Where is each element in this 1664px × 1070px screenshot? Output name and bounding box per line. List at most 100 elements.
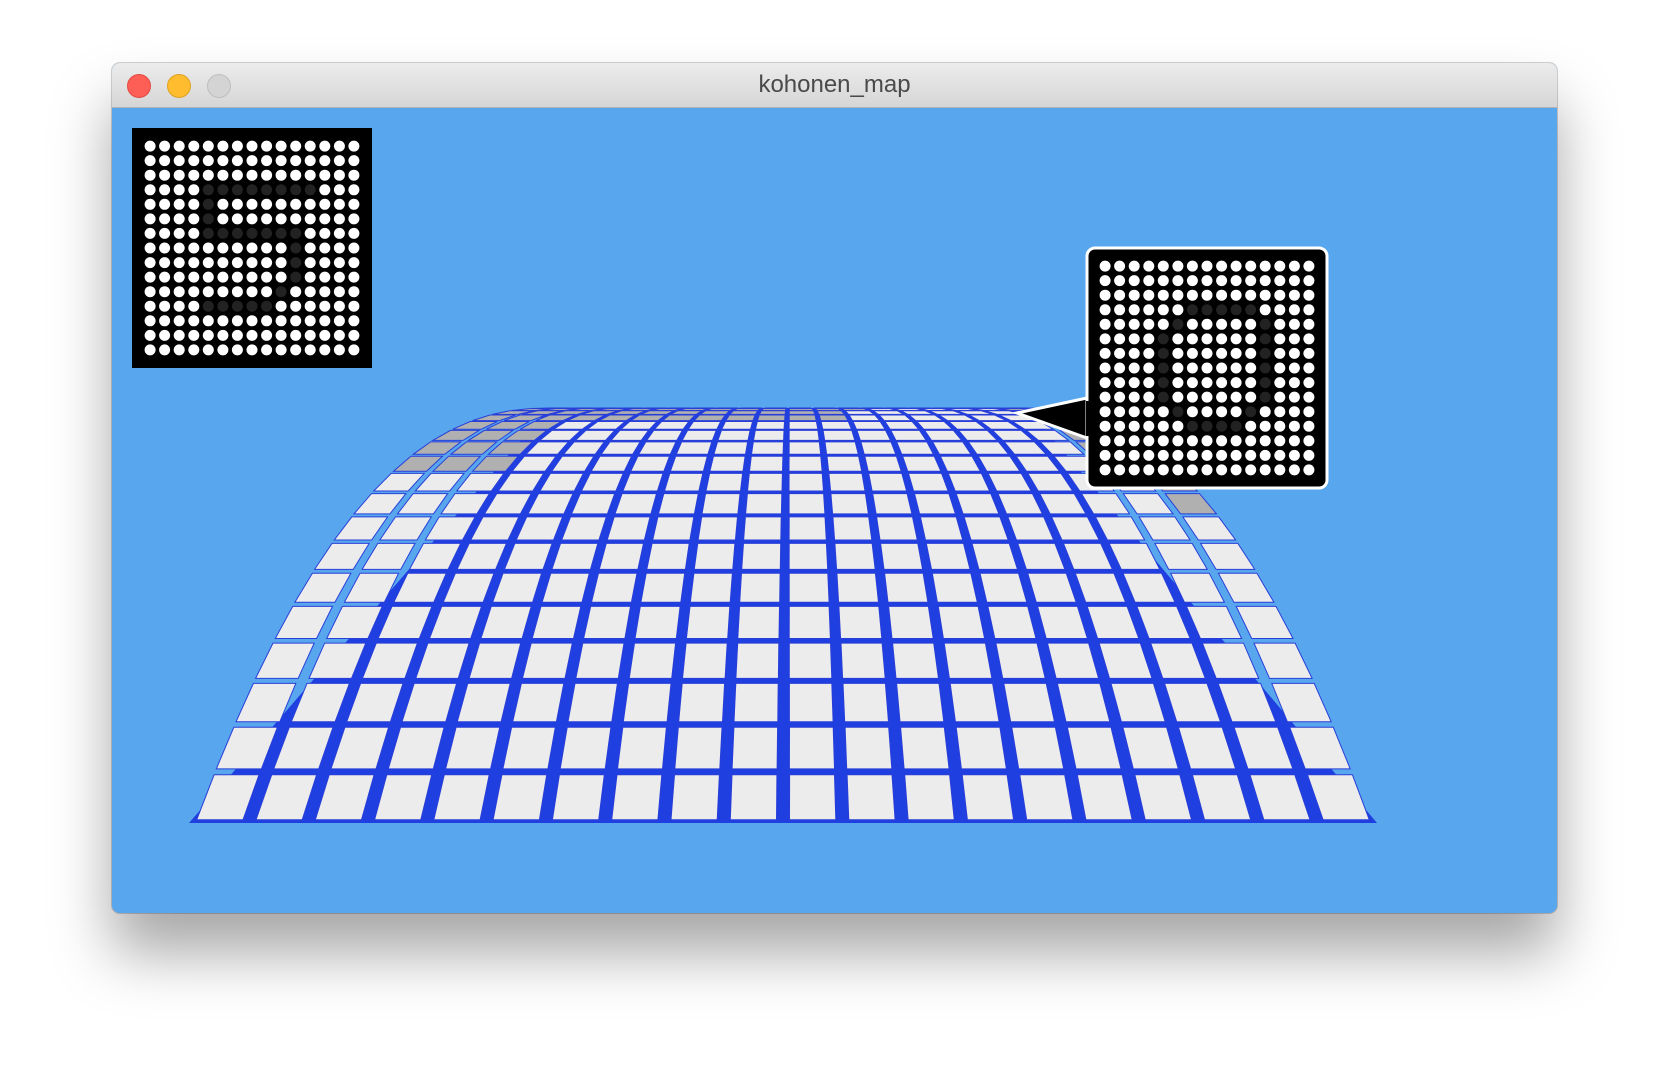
neuron-cell[interactable] — [637, 441, 677, 455]
neuron-cell[interactable] — [995, 642, 1046, 679]
neuron-cell[interactable] — [689, 572, 733, 603]
neuron-cell[interactable] — [788, 774, 837, 821]
neuron-cell[interactable] — [1181, 516, 1237, 541]
neuron-cell[interactable] — [818, 414, 849, 422]
neuron-cell[interactable] — [971, 542, 1019, 570]
neuron-cell[interactable] — [1011, 726, 1065, 770]
neuron-cell[interactable] — [709, 455, 746, 472]
neuron-cell[interactable] — [913, 493, 957, 515]
neuron-cell[interactable] — [877, 414, 913, 422]
neuron-cell[interactable] — [630, 455, 671, 472]
neuron-cell[interactable] — [895, 441, 935, 455]
neuron-cell[interactable] — [640, 572, 686, 603]
neuron-cell[interactable] — [352, 493, 407, 515]
neuron-cell[interactable] — [606, 516, 651, 541]
neuron-cell[interactable] — [687, 421, 722, 430]
neuron-cell[interactable] — [828, 472, 866, 492]
neuron-cell[interactable] — [925, 542, 971, 570]
neuron-cell[interactable] — [678, 682, 726, 723]
neuron-cell[interactable] — [758, 410, 787, 415]
neuron-cell[interactable] — [692, 414, 727, 422]
neuron-cell[interactable] — [788, 421, 819, 430]
neuron-cell[interactable] — [721, 421, 754, 430]
neuron-cell[interactable] — [737, 407, 763, 409]
neuron-cell[interactable] — [735, 642, 780, 679]
kohonen-map-scene[interactable] — [112, 108, 1557, 913]
neuron-cell[interactable] — [551, 774, 605, 821]
neuron-cell[interactable] — [693, 542, 736, 570]
neuron-cell[interactable] — [717, 429, 751, 441]
neuron-cell[interactable] — [745, 493, 783, 515]
neuron-cell[interactable] — [713, 441, 749, 455]
neuron-cell[interactable] — [611, 774, 663, 821]
neuron-cell[interactable] — [892, 642, 940, 679]
neuron-cell[interactable] — [1076, 774, 1133, 821]
neuron-cell[interactable] — [1003, 682, 1056, 723]
neuron-cell[interactable] — [741, 542, 782, 570]
neuron-cell[interactable] — [748, 455, 784, 472]
neuron-cell[interactable] — [274, 605, 334, 639]
neuron-cell[interactable] — [963, 516, 1009, 541]
neuron-cell[interactable] — [816, 410, 846, 415]
neuron-cell[interactable] — [820, 421, 853, 430]
neuron-cell[interactable] — [832, 516, 873, 541]
neuron-cell[interactable] — [575, 642, 625, 679]
neuron-cell[interactable] — [888, 605, 934, 639]
neuron-cell[interactable] — [884, 572, 929, 603]
neuron-cell[interactable] — [837, 407, 864, 409]
neuron-cell[interactable] — [919, 516, 964, 541]
neuron-cell[interactable] — [622, 472, 664, 492]
neuron-cell[interactable] — [361, 542, 416, 570]
neuron-cell[interactable] — [590, 572, 638, 603]
neuron-cell[interactable] — [582, 605, 632, 639]
neuron-cell[interactable] — [1199, 542, 1256, 570]
neuron-cell[interactable] — [788, 455, 823, 472]
neuron-cell[interactable] — [872, 493, 913, 515]
neuron-cell[interactable] — [788, 682, 834, 723]
neuron-cell[interactable] — [614, 493, 658, 515]
neuron-cell[interactable] — [788, 472, 825, 492]
neuron-cell[interactable] — [788, 407, 813, 409]
neuron-cell[interactable] — [844, 726, 893, 770]
neuron-cell[interactable] — [876, 516, 918, 541]
neuron-cell[interactable] — [907, 472, 949, 492]
neuron-cell[interactable] — [1164, 493, 1218, 515]
neuron-cell[interactable] — [788, 414, 817, 422]
neuron-cell[interactable] — [788, 642, 833, 679]
neuron-cell[interactable] — [871, 410, 906, 415]
neuron-cell[interactable] — [813, 407, 838, 409]
neuron-cell[interactable] — [864, 455, 902, 472]
neuron-cell[interactable] — [733, 682, 779, 723]
neuron-cell[interactable] — [743, 516, 782, 541]
neuron-cell[interactable] — [788, 493, 826, 515]
neuron-cell[interactable] — [701, 493, 741, 515]
neuron-cell[interactable] — [646, 542, 690, 570]
neuron-cell[interactable] — [834, 542, 876, 570]
neuron-cell[interactable] — [842, 682, 890, 723]
neuron-cell[interactable] — [1154, 542, 1209, 570]
neuron-cell[interactable] — [838, 605, 883, 639]
neuron-cell[interactable] — [880, 542, 924, 570]
neuron-cell[interactable] — [861, 407, 890, 409]
neuron-cell[interactable] — [685, 605, 731, 639]
neuron-cell[interactable] — [752, 429, 785, 441]
neuron-cell[interactable] — [836, 572, 880, 603]
neuron-cell[interactable] — [788, 572, 830, 603]
neuron-cell[interactable] — [551, 542, 599, 570]
neuron-cell[interactable] — [788, 429, 820, 441]
neuron-cell[interactable] — [754, 421, 786, 430]
neuron-cell[interactable] — [502, 726, 556, 770]
neuron-cell[interactable] — [746, 472, 783, 492]
neuron-cell[interactable] — [1253, 642, 1313, 679]
neuron-cell[interactable] — [660, 407, 691, 409]
neuron-cell[interactable] — [955, 726, 1007, 770]
neuron-cell[interactable] — [860, 441, 897, 455]
neuron-cell[interactable] — [686, 407, 715, 409]
neuron-cell[interactable] — [616, 726, 667, 770]
neuron-cell[interactable] — [378, 516, 433, 541]
neuron-cell[interactable] — [1235, 605, 1294, 639]
neuron-cell[interactable] — [896, 682, 945, 723]
neuron-cell[interactable] — [492, 774, 548, 821]
neuron-cell[interactable] — [830, 493, 869, 515]
neuron-cell[interactable] — [901, 455, 942, 472]
